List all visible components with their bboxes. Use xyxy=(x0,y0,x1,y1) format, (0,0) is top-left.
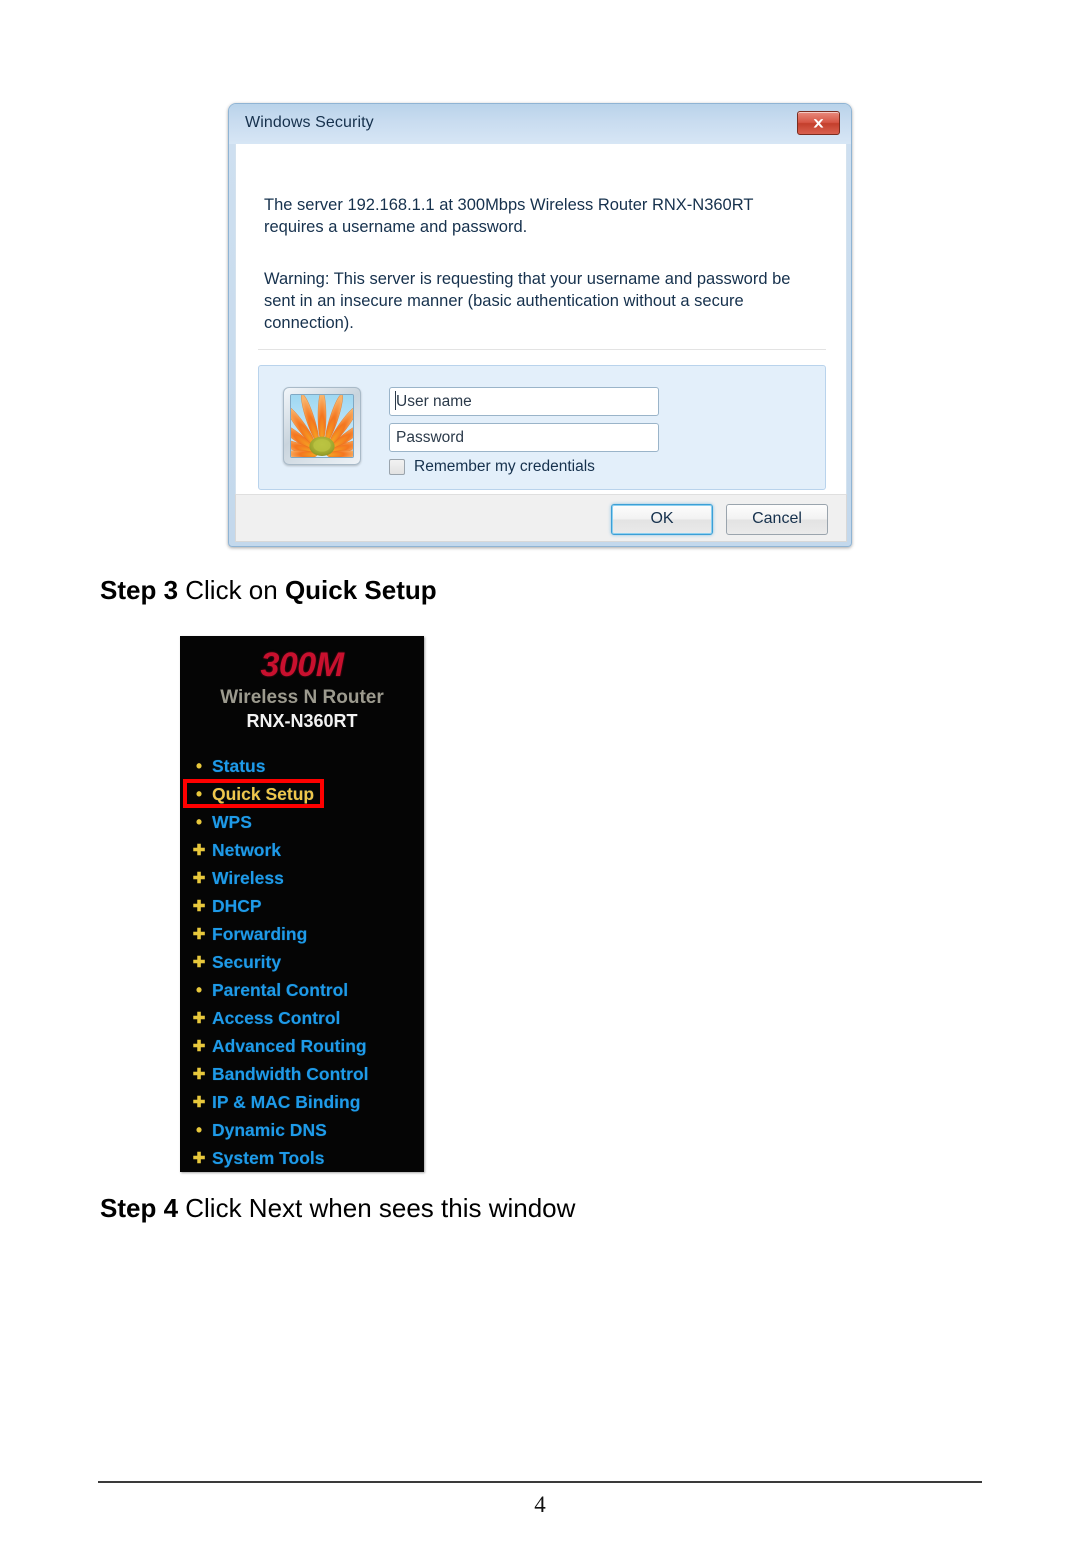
bullet-dot-icon: • xyxy=(195,756,203,776)
bullet-plus-icon: ✚ xyxy=(192,841,206,859)
router-model-label: RNX-N360RT xyxy=(246,711,358,731)
remember-credentials-checkbox[interactable] xyxy=(389,459,405,475)
dialog-separator xyxy=(258,349,826,350)
bullet-plus-icon: ✚ xyxy=(192,925,206,943)
bullet-dot-icon: • xyxy=(195,1120,203,1140)
dialog-message-main: The server 192.168.1.1 at 300Mbps Wirele… xyxy=(264,196,754,236)
router-menu-item-label: DHCP xyxy=(212,895,262,916)
router-type-label: Wireless N Router xyxy=(220,687,384,708)
bullet-plus-icon: ✚ xyxy=(192,953,206,971)
bullet-plus-icon: ✚ xyxy=(192,1093,206,1111)
bullet-dot-icon: • xyxy=(195,980,203,1000)
step-4-text: Click Next when sees this window xyxy=(178,1193,576,1223)
router-menu-item-label: Access Control xyxy=(212,1007,341,1028)
step-3-caption: Step 3 Click on Quick Setup xyxy=(100,575,437,606)
router-menu-item-label: Network xyxy=(212,839,282,860)
step-4-caption: Step 4 Click Next when sees this window xyxy=(100,1193,575,1224)
router-menu-item-access-control[interactable]: ✚ Access Control xyxy=(192,1004,424,1032)
bullet-dot-icon: • xyxy=(195,784,203,804)
router-speed-label: 300M xyxy=(260,646,344,684)
router-menu-item-advanced-routing[interactable]: ✚ Advanced Routing xyxy=(192,1032,424,1060)
dialog-title: Windows Security xyxy=(245,114,374,131)
router-menu-item-label: Security xyxy=(212,951,282,972)
close-icon[interactable] xyxy=(797,111,840,135)
router-menu-item-system-tools[interactable]: ✚ System Tools xyxy=(192,1144,424,1172)
router-menu-item-label: Bandwidth Control xyxy=(212,1063,369,1084)
router-menu-item-wireless[interactable]: ✚ Wireless xyxy=(192,864,424,892)
page-number: 4 xyxy=(534,1492,546,1517)
router-menu-item-forwarding[interactable]: ✚ Forwarding xyxy=(192,920,424,948)
bullet-plus-icon: ✚ xyxy=(192,1037,206,1055)
bullet-plus-icon: ✚ xyxy=(192,1009,206,1027)
router-menu-item-wps[interactable]: • WPS xyxy=(192,808,424,836)
dialog-body: The server 192.168.1.1 at 300Mbps Wirele… xyxy=(235,144,847,494)
router-menu-item-label: Wireless xyxy=(212,867,284,888)
step-3-target: Quick Setup xyxy=(284,575,437,605)
router-menu-item-label: Quick Setup xyxy=(212,783,315,804)
router-menu-item-ip-mac-binding[interactable]: ✚ IP & MAC Binding xyxy=(192,1088,424,1116)
dialog-footer: OK Cancel xyxy=(235,494,847,542)
step-4-label: Step 4 xyxy=(100,1193,179,1223)
router-menu-item-dynamic-dns[interactable]: • Dynamic DNS xyxy=(192,1116,424,1144)
dialog-titlebar[interactable]: Windows Security xyxy=(229,104,851,144)
router-menu-item-label: Dynamic DNS xyxy=(212,1119,327,1140)
router-menu-item-quick-setup[interactable]: • Quick Setup xyxy=(183,779,424,808)
dialog-message-warning: Warning: This server is requesting that … xyxy=(264,270,791,332)
router-nav-list: • Status • Quick Setup • WPS ✚ Network ✚ Wireless… xyxy=(180,752,424,1172)
router-menu-item-dhcp[interactable]: ✚ DHCP xyxy=(192,892,424,920)
router-menu-item-label: Parental Control xyxy=(212,979,349,1000)
windows-security-dialog: Windows Security The server 192.168.1.1 … xyxy=(228,103,852,547)
step-3-text: Click on xyxy=(178,575,285,605)
router-menu-item-network[interactable]: ✚ Network xyxy=(192,836,424,864)
username-input[interactable] xyxy=(389,387,659,416)
router-menu-item-security[interactable]: ✚ Security xyxy=(192,948,424,976)
router-brand: 300M Wireless N Router RNX-N360RT xyxy=(180,636,424,730)
bullet-dot-icon: • xyxy=(195,812,203,832)
router-menu-item-label: System Tools xyxy=(212,1147,325,1168)
flower-avatar-icon xyxy=(283,387,361,465)
router-menu-item-label: IP & MAC Binding xyxy=(212,1091,361,1112)
text-caret xyxy=(395,391,396,410)
credentials-panel: Remember my credentials xyxy=(258,365,826,490)
router-menu-item-label: Advanced Routing xyxy=(212,1035,367,1056)
page-footer-rule xyxy=(98,1481,982,1483)
bullet-plus-icon: ✚ xyxy=(192,869,206,887)
password-input[interactable] xyxy=(389,423,659,452)
router-menu-panel: 300M Wireless N Router RNX-N360RT • Statu… xyxy=(180,636,424,1172)
router-menu-item-label: Status xyxy=(212,755,266,776)
bullet-plus-icon: ✚ xyxy=(192,897,206,915)
bullet-plus-icon: ✚ xyxy=(192,1149,206,1167)
router-menu-item-status[interactable]: • Status xyxy=(192,752,424,780)
router-menu-item-label: Forwarding xyxy=(212,923,308,944)
remember-credentials-label: Remember my credentials xyxy=(414,458,595,475)
ok-button[interactable]: OK xyxy=(611,504,713,535)
router-menu-item-parental-control[interactable]: • Parental Control xyxy=(192,976,424,1004)
step-3-label: Step 3 xyxy=(100,575,179,605)
cancel-button[interactable]: Cancel xyxy=(726,504,828,535)
router-menu-item-bandwidth-control[interactable]: ✚ Bandwidth Control xyxy=(192,1060,424,1088)
remember-credentials-row[interactable]: Remember my credentials xyxy=(389,458,595,476)
bullet-plus-icon: ✚ xyxy=(192,1065,206,1083)
router-menu-item-label: WPS xyxy=(212,811,252,832)
